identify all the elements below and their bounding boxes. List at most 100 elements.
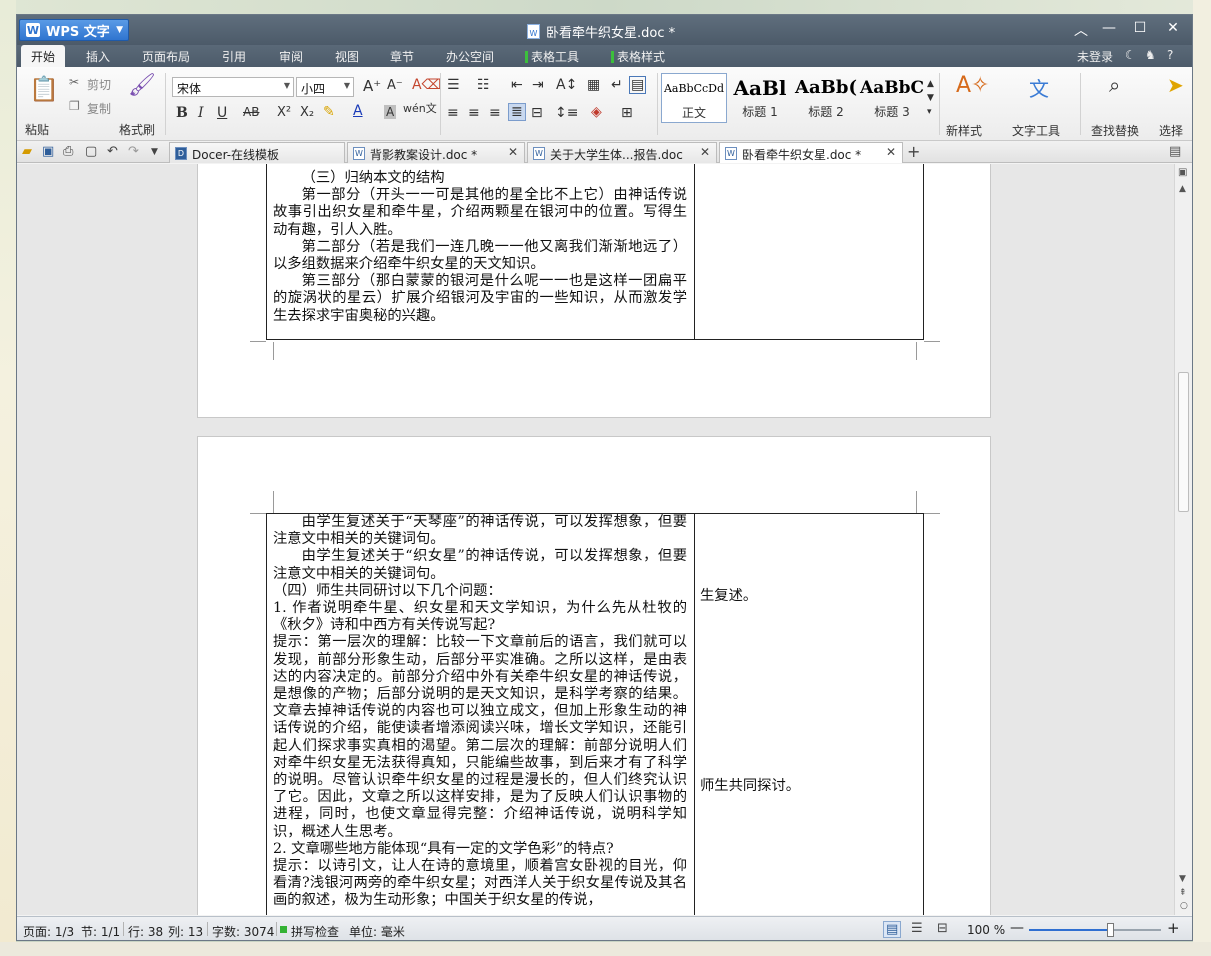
style-normal[interactable]: AaBbCcDd 正文	[661, 73, 727, 123]
underline-icon[interactable]: U	[217, 105, 227, 121]
zoom-in-button[interactable]: +	[1167, 919, 1180, 937]
zoom-slider[interactable]	[1029, 923, 1161, 937]
zoom-out-button[interactable]: —	[1010, 920, 1024, 936]
print-preview-icon[interactable]: ▢	[85, 144, 97, 159]
prev-page-icon[interactable]: ⇞	[1179, 888, 1187, 898]
tab-document-beiying[interactable]: W 背影教案设计.doc * ✕	[347, 142, 525, 163]
app-menu-button[interactable]: W WPS 文字 ▼	[19, 19, 129, 41]
skin-icon[interactable]: ☾	[1125, 48, 1136, 62]
style-heading-3[interactable]: AaBbC 标题 3	[859, 73, 925, 123]
binoculars-icon[interactable]: ⌕	[1109, 73, 1120, 97]
font-size-select[interactable]: 小四 ▼	[296, 77, 354, 97]
spellcheck-toggle[interactable]: 拼写检查	[291, 923, 339, 940]
minimize-button[interactable]: —	[1095, 20, 1123, 36]
distribute-icon[interactable]: ⊟	[531, 105, 543, 121]
quick-access-menu-icon[interactable]: ▼	[151, 147, 158, 157]
cut-button[interactable]: 剪切	[87, 76, 111, 93]
tab-review[interactable]: 审阅	[279, 48, 303, 65]
tab-insert[interactable]: 插入	[86, 48, 110, 65]
collapse-ribbon-icon[interactable]: ︿	[1067, 20, 1095, 40]
status-word-count[interactable]: 字数: 3074	[212, 923, 274, 940]
select-button[interactable]: 选择	[1159, 122, 1183, 139]
align-center-icon[interactable]: ≡	[468, 105, 480, 121]
page-view-icon[interactable]: ▤	[883, 921, 902, 938]
new-style-button[interactable]: 新样式	[946, 122, 982, 139]
find-replace-button[interactable]: 查找替换	[1091, 122, 1139, 139]
tab-document-report[interactable]: W 关于大学生体...报告.doc ✕	[527, 142, 717, 163]
line-spacing-icon[interactable]: ↕≡	[555, 105, 578, 121]
select-cursor-icon[interactable]: ➤	[1167, 73, 1184, 97]
char-shading-icon[interactable]: A	[384, 105, 397, 119]
scroll-down-icon[interactable]: ▼	[1179, 874, 1186, 884]
paste-button[interactable]: 粘贴	[25, 121, 49, 138]
font-name-select[interactable]: 宋体 ▼	[172, 77, 294, 97]
strikethrough-icon[interactable]: AB	[243, 105, 259, 119]
style-heading-2[interactable]: AaBb( 标题 2	[793, 73, 859, 123]
text-direction-icon[interactable]: A↕	[556, 77, 577, 93]
styles-scroll-icon[interactable]: ▲ ▼ ▾	[927, 77, 934, 119]
paragraph-shading-icon[interactable]: ◈	[591, 104, 602, 120]
align-left-icon[interactable]: ≡	[447, 105, 459, 121]
close-tab-icon[interactable]: ✕	[886, 145, 896, 159]
undo-icon[interactable]: ↶	[107, 144, 118, 159]
scroll-options-icon[interactable]: ▣	[1178, 167, 1187, 178]
text-tools-icon[interactable]: 文	[1029, 73, 1049, 102]
align-right-icon[interactable]: ≡	[489, 105, 501, 121]
new-tab-icon[interactable]: +	[907, 142, 920, 161]
zoom-slider-thumb[interactable]	[1107, 923, 1114, 937]
table-cell[interactable]: 由学生复述关于“天琴座”的神话传说，可以发挥想象，但要注意文中相关的关键词句。 …	[273, 514, 687, 910]
scroll-thumb[interactable]	[1178, 372, 1189, 512]
text-box-icon[interactable]: ▤	[629, 76, 647, 94]
save-icon[interactable]: ▣	[42, 144, 54, 159]
scroll-up-icon[interactable]: ▲	[1179, 184, 1186, 194]
format-painter-icon[interactable]: 🖌	[128, 73, 156, 98]
decrease-indent-icon[interactable]: ⇤	[511, 77, 523, 93]
copy-icon[interactable]: ❐	[69, 99, 80, 113]
help-button[interactable]: ?	[1167, 48, 1173, 62]
tab-document-current[interactable]: W 卧看牵牛织女星.doc * ✕	[719, 142, 903, 163]
tab-view[interactable]: 视图	[335, 48, 359, 65]
grow-font-icon[interactable]: A⁺	[363, 77, 381, 95]
tab-table-tools[interactable]: 表格工具	[525, 48, 579, 65]
bold-icon[interactable]: B	[176, 105, 188, 121]
phonetic-guide-icon[interactable]: wén文	[403, 100, 437, 116]
tab-references[interactable]: 引用	[222, 48, 246, 65]
font-color-icon[interactable]: A	[353, 103, 363, 119]
tab-chapter[interactable]: 章节	[390, 48, 414, 65]
vertical-scrollbar[interactable]: ▣ ▲ ▼ ⇞ ○	[1174, 164, 1192, 915]
tab-table-style[interactable]: 表格样式	[611, 48, 665, 65]
tab-home[interactable]: 开始	[21, 45, 66, 67]
clear-format-icon[interactable]: A⌫	[412, 77, 441, 93]
scissors-icon[interactable]: ✂	[69, 75, 79, 89]
shrink-font-icon[interactable]: A⁻	[387, 78, 403, 93]
side-note[interactable]: 师生共同探讨。	[700, 774, 800, 795]
side-note[interactable]: 生复述。	[700, 584, 757, 605]
paste-icon[interactable]: 📋	[29, 75, 59, 103]
redo-icon[interactable]: ↷	[128, 144, 139, 159]
tab-office-space[interactable]: 办公空间	[446, 48, 494, 65]
show-marks-icon[interactable]: ↵	[611, 77, 623, 93]
numbering-icon[interactable]: ☷	[477, 77, 490, 93]
table-cell[interactable]: （三）归纳本文的结构 第一部分（开头一一可是其他的星全比不上它）由神话传说故事引…	[273, 170, 687, 325]
tab-docer-templates[interactable]: D Docer-在线模板	[169, 142, 345, 163]
increase-indent-icon[interactable]: ⇥	[532, 77, 544, 93]
shirt-icon[interactable]: ♞	[1145, 48, 1156, 62]
table-grid-icon[interactable]: ▦	[587, 77, 600, 93]
copy-button[interactable]: 复制	[87, 100, 111, 117]
new-style-icon[interactable]: A✧	[956, 73, 989, 98]
close-tab-icon[interactable]: ✕	[508, 145, 518, 159]
close-tab-icon[interactable]: ✕	[700, 145, 710, 159]
status-page[interactable]: 页面: 1/3	[23, 923, 74, 940]
subscript-icon[interactable]: X₂	[300, 105, 314, 120]
format-painter-button[interactable]: 格式刷	[119, 121, 155, 138]
text-tools-button[interactable]: 文字工具	[1012, 122, 1060, 139]
bullets-icon[interactable]: ☰	[447, 77, 460, 93]
outline-view-icon[interactable]: ☰	[911, 921, 923, 936]
maximize-button[interactable]: ☐	[1126, 20, 1154, 36]
tab-list-icon[interactable]: ▤	[1169, 144, 1181, 159]
web-view-icon[interactable]: ⊟	[937, 921, 948, 936]
highlight-icon[interactable]: ✎	[323, 104, 335, 120]
close-button[interactable]: ✕	[1159, 20, 1187, 36]
open-folder-icon[interactable]: ▰	[22, 144, 32, 159]
print-icon[interactable]: ⎙	[63, 144, 73, 159]
